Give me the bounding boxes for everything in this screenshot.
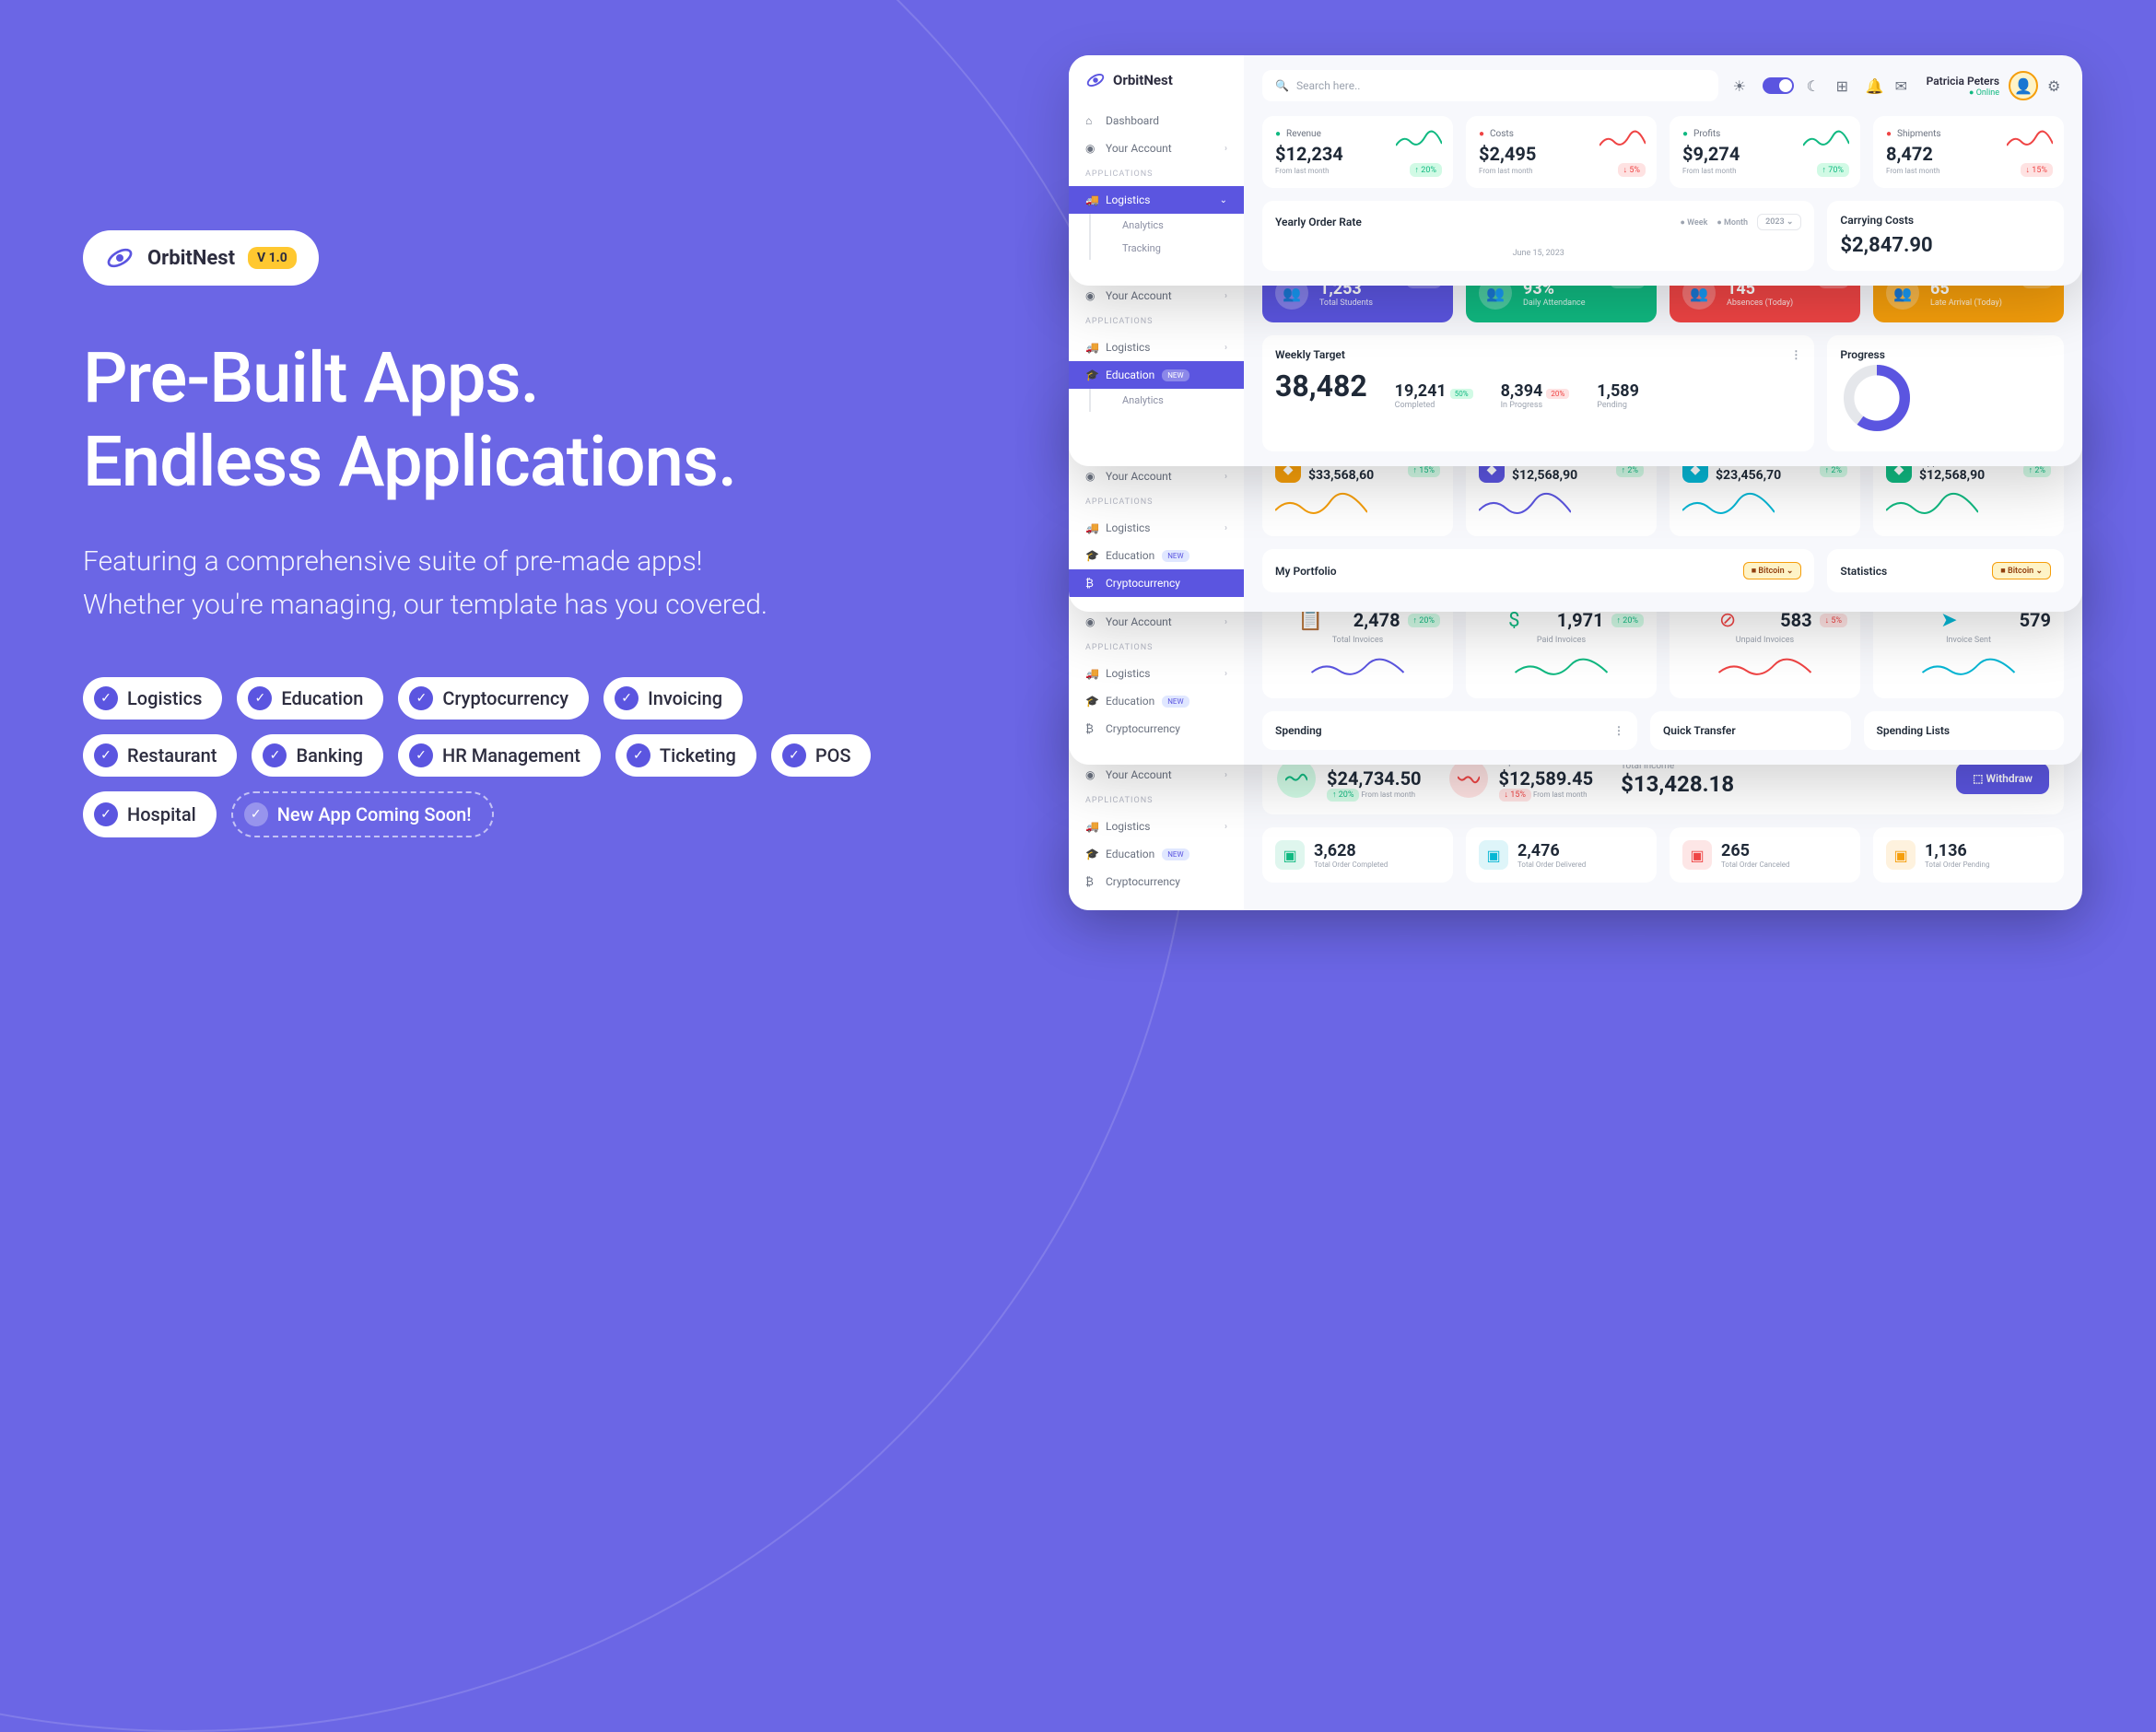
search-input[interactable]: 🔍Search here.. [1262,70,1718,101]
chip-cryptocurrency: ✓Cryptocurrency [398,677,589,720]
user-menu[interactable]: Patricia Peters● Online 👤 ⚙ [1927,71,2064,100]
weekly-target-card: Weekly Target⋮ 38,482 19,24150%Completed… [1262,335,1814,451]
stat-card: ●Shipments8,472From last month↓ 15% [1873,116,2064,188]
mail-icon[interactable]: ✉ [1895,77,1912,94]
order-card: ▣265Total Order Canceled [1670,827,1860,883]
chip-ticketing: ✓Ticketing [615,734,756,777]
marketing-panel: OrbitNest V 1.0 Pre-Built Apps. Endless … [83,230,912,837]
chip-education: ✓Education [237,677,383,720]
donut-chart [1840,361,1914,435]
chip-banking: ✓Banking [252,734,383,777]
brand-name: OrbitNest [147,247,235,270]
chip-invoicing: ✓Invoicing [603,677,743,720]
chip-hr-management: ✓HR Management [398,734,601,777]
orbit-icon [105,243,135,273]
theme-toggle[interactable] [1763,77,1794,94]
order-card: ▣1,136Total Order Pending [1873,827,2064,883]
search-icon: 🔍 [1275,79,1289,92]
year-select[interactable]: 2023 ⌄ [1757,214,1801,230]
chip-pos: ✓POS [771,734,872,777]
bell-icon[interactable]: 🔔 [1866,77,1882,94]
topbar: 🔍Search here.. ☀ ☾ ⊞ 🔔 ✉ Patricia Peters… [1262,70,2064,101]
nav-logistics[interactable]: 🚚Logistics⌄ [1069,186,1244,214]
chip-restaurant: ✓Restaurant [83,734,237,777]
stat-card: ●Revenue$12,234From last month↑ 20% [1262,116,1453,188]
headline-1: Pre-Built Apps. [83,336,912,420]
dashboard-stack: OrbitNest ⌂Dashboard ◉Your Account› APPL… [1069,55,2082,809]
moon-icon[interactable]: ☾ [1807,77,1823,94]
withdraw-button[interactable]: ⬚ Withdraw [1956,763,2049,794]
sidebar-logo: OrbitNest [1113,72,1173,88]
progress-card: Progress [1827,335,2064,451]
chip-hospital: ✓Hospital [83,791,217,837]
nav-education[interactable]: 🎓EducationNEW [1069,361,1244,389]
nav-account[interactable]: ◉Your Account› [1069,282,1244,310]
yearly-order-chart: Yearly Order Rate● Week● Month2023 ⌄ Jun… [1262,201,1814,271]
apps-icon[interactable]: ⊞ [1836,77,1853,94]
headline: Pre-Built Apps. Endless Applications. [83,336,912,504]
chip-coming-soon: ✓New App Coming Soon! [231,791,494,837]
chip-logistics: ✓Logistics [83,677,222,720]
window-logistics: OrbitNest ⌂Dashboard ◉Your Account› APPL… [1069,55,2082,286]
nav-dashboard[interactable]: ⌂Dashboard [1069,107,1244,135]
nav-crypto[interactable]: ₿Cryptocurrency [1069,569,1244,597]
order-card: ▣2,476Total Order Delivered [1466,827,1657,883]
version-badge: V 1.0 [248,247,297,269]
order-card: ▣3,628Total Order Completed [1262,827,1453,883]
nav-section-apps: APPLICATIONS [1069,162,1244,186]
sun-icon[interactable]: ☀ [1733,77,1750,94]
headline-2: Endless Applications. [83,420,912,504]
nav-logistics[interactable]: 🚚Logistics› [1069,334,1244,361]
sidebar: OrbitNest ⌂Dashboard ◉Your Account› APPL… [1069,55,1244,286]
subheading: Featuring a comprehensive suite of pre-m… [83,541,802,626]
stat-card: ●Costs$2,495From last month↓ 5% [1466,116,1657,188]
nav-tracking[interactable]: Tracking [1089,237,1244,260]
feature-chips: ✓Logistics ✓Education ✓Cryptocurrency ✓Invo… [83,677,875,837]
nav-account[interactable]: ◉Your Account› [1069,135,1244,162]
carrying-costs-card: Carrying Costs $2,847.90 [1827,201,2064,271]
avatar: 👤 [2009,71,2038,100]
nav-analytics[interactable]: Analytics [1089,214,1244,237]
stat-card: ●Profits$9,274From last month↑ 70% [1670,116,1860,188]
brand-pill: OrbitNest V 1.0 [83,230,319,286]
gear-icon[interactable]: ⚙ [2047,77,2064,94]
